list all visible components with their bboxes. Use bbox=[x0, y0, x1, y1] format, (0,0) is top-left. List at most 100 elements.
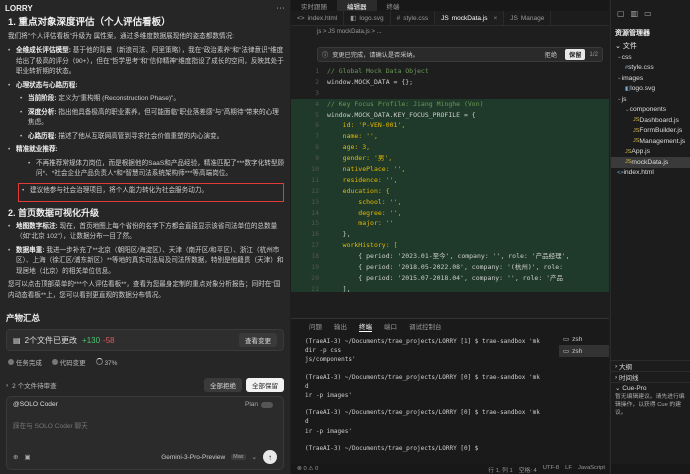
code-line[interactable]: 15 major: '' bbox=[291, 218, 609, 230]
max-badge[interactable]: Max bbox=[231, 454, 246, 460]
more-icon[interactable]: ⋯ bbox=[276, 3, 285, 14]
terminal-line: dir -p css bbox=[305, 347, 342, 355]
code-line[interactable]: 21 ], bbox=[291, 283, 609, 292]
code-line[interactable]: 1 // Global Mock Data Object bbox=[291, 66, 609, 77]
code-line[interactable]: 16 }, bbox=[291, 229, 609, 241]
tree-file[interactable]: JS App.js bbox=[611, 147, 690, 158]
layout-icon[interactable]: ▥ bbox=[631, 9, 639, 18]
problems-count[interactable]: ⊗ 0 ⚠ 0 bbox=[297, 466, 318, 472]
chevron-right-icon[interactable]: › bbox=[6, 382, 8, 389]
tree-label: logo.svg bbox=[630, 85, 656, 93]
tree-folder[interactable]: ⌄ css bbox=[611, 52, 690, 63]
split-icon[interactable]: ▢ bbox=[617, 9, 625, 18]
tab-management[interactable]: JS Manage bbox=[504, 11, 552, 25]
code-editor[interactable]: 1 // Global Mock Data Object 2 window.MOCK_… bbox=[291, 66, 609, 292]
line-number: 12 bbox=[311, 186, 319, 195]
tree-file[interactable]: JS mockData.js bbox=[611, 157, 690, 168]
tree-file[interactable]: ◧ logo.svg bbox=[611, 84, 690, 95]
panel-tab[interactable]: 调试控制台 bbox=[409, 321, 442, 331]
tab-index-html[interactable]: <> index.html bbox=[291, 11, 345, 25]
keep-button[interactable]: 保留 bbox=[565, 49, 586, 60]
terminal-icon: ▭ bbox=[563, 336, 570, 343]
panel-icon[interactable]: ▭ bbox=[644, 9, 652, 18]
code-line[interactable]: 14 degree: '', bbox=[291, 207, 609, 219]
code-line[interactable]: 4 // Key Focus Profile: Jiang Minghe (Von… bbox=[291, 98, 609, 110]
tab-follow[interactable]: 实时跟随 bbox=[291, 0, 337, 11]
code-icon bbox=[51, 359, 58, 365]
model-selector[interactable]: Gemini-3-Pro-Preview bbox=[161, 454, 225, 461]
tree-file[interactable]: JS Management.js bbox=[611, 136, 690, 147]
code-line[interactable]: 11 residence: '', bbox=[291, 174, 609, 186]
agent-mention[interactable]: @SOLO Coder bbox=[13, 401, 277, 408]
reject-button[interactable]: 拒绝 bbox=[545, 50, 557, 59]
timeline-section[interactable]: › 时间线 bbox=[611, 371, 690, 382]
explorer-title: 资源管理器 bbox=[615, 29, 650, 37]
code-line[interactable]: 12 education: { bbox=[291, 185, 609, 197]
code-line[interactable]: 20 { period: '2015.07-2018.04', company:… bbox=[291, 272, 609, 284]
status-item[interactable]: UTF-8 bbox=[543, 465, 559, 474]
terminal-line: ir -p images' bbox=[305, 427, 352, 435]
changes-card[interactable]: ▤ 2个文件已更改 +130 -58 查看变更 bbox=[6, 329, 284, 351]
code-line[interactable]: 2 window.MOCK_DATA = {}; bbox=[291, 77, 609, 88]
terminal-output[interactable]: (TraeAI-3) ~/Documents/trae_projects/LOR… bbox=[291, 333, 551, 453]
tab-terminal[interactable]: 终端 bbox=[377, 0, 410, 11]
send-button[interactable]: ↑ bbox=[263, 450, 277, 464]
tree-file[interactable]: # style.css bbox=[611, 63, 690, 74]
tree-file[interactable]: JS FormBuilder.js bbox=[611, 126, 690, 137]
tree-file[interactable]: JS Dashboard.js bbox=[611, 115, 690, 126]
list-item: 精准就业推荐: bbox=[8, 145, 284, 156]
toggle-icon[interactable] bbox=[261, 401, 273, 408]
panel-tab[interactable]: 终端 bbox=[359, 321, 372, 332]
code-line[interactable]: 3 bbox=[291, 88, 609, 99]
code-line[interactable]: 8 age: 3, bbox=[291, 142, 609, 154]
status-item[interactable]: 空格: 4 bbox=[519, 465, 537, 474]
code-line[interactable]: 10 nativePlace: '', bbox=[291, 164, 609, 175]
close-icon[interactable]: × bbox=[494, 15, 498, 22]
code-changes[interactable]: 代码变更 bbox=[51, 357, 86, 367]
code-text: window.MOCK_DATA = {}; bbox=[327, 77, 414, 86]
view-changes-button[interactable]: 查看变更 bbox=[239, 333, 277, 347]
tree-folder[interactable]: ⌄ js bbox=[611, 94, 690, 105]
code-line[interactable]: 19 { period: '2018.05-2022.08', company:… bbox=[291, 262, 609, 273]
reject-all-button[interactable]: 全部拒绝 bbox=[204, 378, 242, 392]
tree-folder[interactable]: ⌄ images bbox=[611, 73, 690, 84]
summary-title: 产物汇总 bbox=[6, 313, 41, 323]
progress: 37% bbox=[95, 357, 117, 367]
panel-tab[interactable]: 输出 bbox=[334, 321, 347, 331]
accept-all-button[interactable]: 全部保留 bbox=[246, 378, 284, 392]
status-item[interactable]: 行 1, 列 1 bbox=[488, 465, 512, 474]
status-item[interactable]: LF bbox=[565, 465, 572, 474]
line-number: 11 bbox=[311, 175, 319, 184]
tab-logo-svg[interactable]: ◧ logo.svg bbox=[344, 11, 391, 25]
status-item[interactable]: JavaScript bbox=[578, 465, 605, 474]
tree-label: images bbox=[621, 74, 644, 82]
tab-editor[interactable]: 编辑器 bbox=[337, 0, 377, 11]
attach-icon[interactable]: ⊕ bbox=[13, 453, 18, 461]
code-line[interactable]: 6 id: 'P-VEN-001', bbox=[291, 120, 609, 132]
tree-file[interactable]: <> index.html bbox=[611, 168, 690, 179]
tree-folder[interactable]: ⌄ components bbox=[611, 105, 690, 116]
cue-pro-section[interactable]: ⌄ Cue-Pro bbox=[611, 382, 690, 393]
plan-toggle[interactable]: Plan bbox=[245, 401, 273, 408]
chevron-down-icon[interactable]: ⌄ bbox=[252, 453, 257, 461]
panel-tab[interactable]: 问题 bbox=[309, 321, 322, 331]
panel-tab[interactable]: 端口 bbox=[384, 321, 397, 331]
code-line[interactable]: 7 name: '', bbox=[291, 131, 609, 143]
code-line[interactable]: 9 gender: '男', bbox=[291, 153, 609, 165]
chat-composer[interactable]: @SOLO Coder Plan 踩在与 SOLO Coder 聊天 ⊕ ▣ G… bbox=[6, 396, 284, 470]
tab-mockdata-js[interactable]: JS mockData.js × bbox=[435, 11, 505, 25]
code-line[interactable]: 5 window.MOCK_DATA.KEY_FOCUS_PROFILE = { bbox=[291, 109, 609, 121]
terminal-session[interactable]: ▭ zsh bbox=[559, 333, 609, 345]
code-line[interactable]: 13 school: '', bbox=[291, 196, 609, 208]
files-section[interactable]: ⌄ 文件 bbox=[611, 39, 690, 52]
change-nav[interactable]: 1/2 bbox=[589, 51, 598, 58]
outline-section[interactable]: › 大纲 bbox=[611, 360, 690, 371]
image-icon[interactable]: ▣ bbox=[24, 453, 30, 461]
chat-input[interactable]: 踩在与 SOLO Coder 聊天 bbox=[13, 420, 277, 430]
code-text: // Key Focus Profile: Jiang Minghe (Von) bbox=[327, 99, 484, 108]
code-line[interactable]: 17 workHistory: [ bbox=[291, 240, 609, 252]
terminal-session[interactable]: ▭ zsh bbox=[559, 345, 609, 357]
code-line[interactable]: 18 { period: '2023.01-至今', company: '', … bbox=[291, 251, 609, 263]
tab-style-css[interactable]: # style.css bbox=[391, 11, 436, 25]
pending-review-bar: › 2 个文件待审查 全部拒绝 全部保留 bbox=[6, 378, 284, 392]
